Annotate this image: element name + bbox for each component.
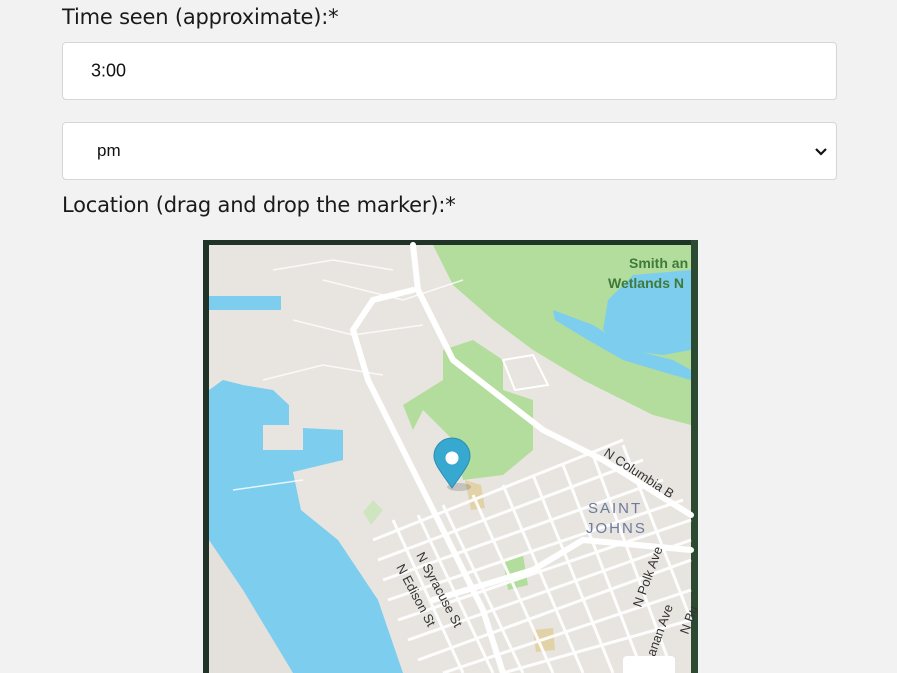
neighborhood-label-johns: JOHNS <box>586 520 647 537</box>
time-seen-label: Time seen (approximate):* <box>62 5 339 29</box>
map-control[interactable] <box>623 656 675 673</box>
location-label: Location (drag and drop the marker):* <box>62 193 456 217</box>
ampm-select[interactable]: pm <box>62 122 837 180</box>
park-label-line2: Wetlands N <box>608 275 684 291</box>
chevron-down-icon <box>814 144 828 163</box>
location-map[interactable]: Smith an Wetlands N N Columbia B SAINT J… <box>203 240 698 673</box>
park-label-line1: Smith an <box>629 255 688 271</box>
ampm-select-value: pm <box>97 141 121 160</box>
time-input-value: 3:00 <box>91 60 127 81</box>
time-input[interactable]: 3:00 <box>62 42 837 100</box>
neighborhood-label-saint: SAINT <box>588 500 642 517</box>
